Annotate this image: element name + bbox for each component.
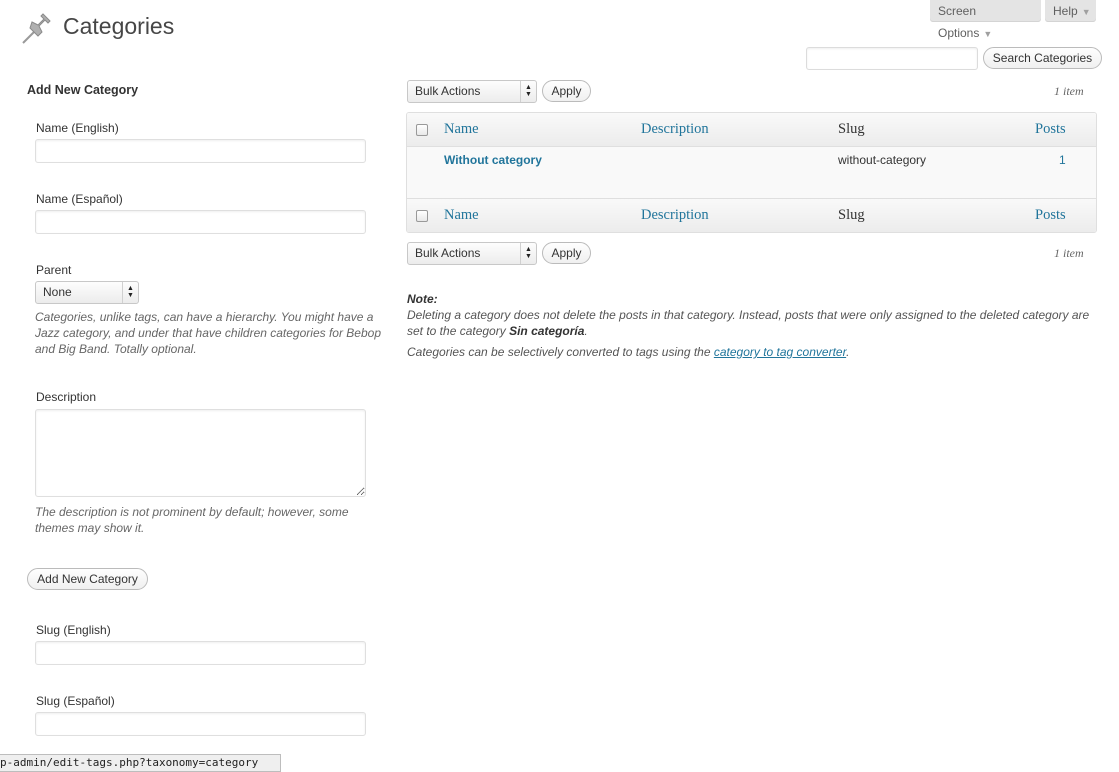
category-to-tag-converter-link[interactable]: category to tag converter <box>714 345 846 359</box>
slug-english-field[interactable] <box>35 641 366 665</box>
column-description-footer[interactable]: Description <box>641 207 709 224</box>
select-all-checkbox[interactable] <box>416 124 428 136</box>
note-label: Note: <box>407 292 438 306</box>
slug-spanish-field[interactable] <box>35 712 366 736</box>
table-header: Name Description Slug Posts <box>407 113 1096 147</box>
help-label: Help <box>1053 4 1078 18</box>
slug-english-label: Slug (English) <box>36 623 111 637</box>
parent-help-text: Categories, unlike tags, can have a hier… <box>35 310 381 356</box>
convert-note: Categories can be selectively converted … <box>407 344 1097 360</box>
convert-text: Categories can be selectively converted … <box>407 345 714 359</box>
column-name-footer[interactable]: Name <box>444 207 479 224</box>
caret-down-icon: ▼ <box>1081 7 1091 17</box>
table-footer: Name Description Slug Posts <box>407 198 1096 232</box>
description-help-text: The description is not prominent by defa… <box>35 505 349 535</box>
status-bar-url: p-admin/edit-tags.php?taxonomy=category <box>0 754 281 772</box>
screen-options-label: Screen Options <box>938 4 980 40</box>
convert-text-end: . <box>846 345 850 359</box>
apply-button-bottom[interactable]: Apply <box>542 242 591 264</box>
bulk-actions-select-top[interactable]: Bulk Actions ▲ ▼ <box>407 80 537 103</box>
parent-label: Parent <box>36 263 72 277</box>
apply-button-top[interactable]: Apply <box>542 80 591 102</box>
add-new-category-button[interactable]: Add New Category <box>27 568 148 590</box>
bulk-actions-label: Bulk Actions <box>415 246 481 260</box>
description-field[interactable] <box>35 409 366 497</box>
categories-table: Name Description Slug Posts Without cate… <box>406 112 1097 233</box>
column-name[interactable]: Name <box>444 121 479 138</box>
select-arrows-icon: ▲ ▼ <box>520 81 536 102</box>
name-spanish-field[interactable] <box>35 210 366 234</box>
column-slug-footer: Slug <box>838 207 865 223</box>
parent-select[interactable]: None ▲ ▼ <box>35 281 139 304</box>
caret-down-icon: ▼ <box>983 29 993 39</box>
help-tab[interactable]: Help ▼ <box>1045 0 1096 22</box>
default-category-name: Sin categoría <box>509 324 585 338</box>
search-categories-button[interactable]: Search Categories <box>983 47 1102 69</box>
row-posts-count[interactable]: 1 <box>1059 153 1066 167</box>
slug-spanish-label: Slug (Español) <box>36 694 115 708</box>
select-all-checkbox-bottom[interactable] <box>416 210 428 222</box>
row-slug: without-category <box>838 153 927 167</box>
table-row: Without category without-category 1 <box>407 147 1096 198</box>
column-posts-footer[interactable]: Posts <box>1035 207 1066 224</box>
add-category-heading: Add New Category <box>27 83 139 97</box>
name-english-label: Name (English) <box>36 121 119 135</box>
note-block: Note: Deleting a category does not delet… <box>407 291 1097 339</box>
name-spanish-label: Name (Español) <box>36 192 123 206</box>
item-count-top: 1 item <box>1054 84 1084 98</box>
row-name-link[interactable]: Without category <box>444 153 542 167</box>
search-input[interactable] <box>806 47 978 70</box>
bulk-actions-select-bottom[interactable]: Bulk Actions ▲ ▼ <box>407 242 537 265</box>
note-text-end: . <box>584 324 588 338</box>
description-label: Description <box>36 390 97 404</box>
name-english-field[interactable] <box>35 139 366 163</box>
column-description[interactable]: Description <box>641 121 709 138</box>
column-posts[interactable]: Posts <box>1035 121 1066 138</box>
select-arrows-icon: ▲ ▼ <box>122 282 138 303</box>
screen-options-tab[interactable]: Screen Options ▼ <box>930 0 1041 40</box>
pushpin-icon <box>20 12 54 46</box>
page-title: Categories <box>63 13 175 39</box>
item-count-bottom: 1 item <box>1054 246 1084 260</box>
bulk-actions-label: Bulk Actions <box>415 84 481 98</box>
select-arrows-icon: ▲ ▼ <box>520 243 536 264</box>
parent-selected-value: None <box>43 285 72 299</box>
column-slug: Slug <box>838 121 865 137</box>
